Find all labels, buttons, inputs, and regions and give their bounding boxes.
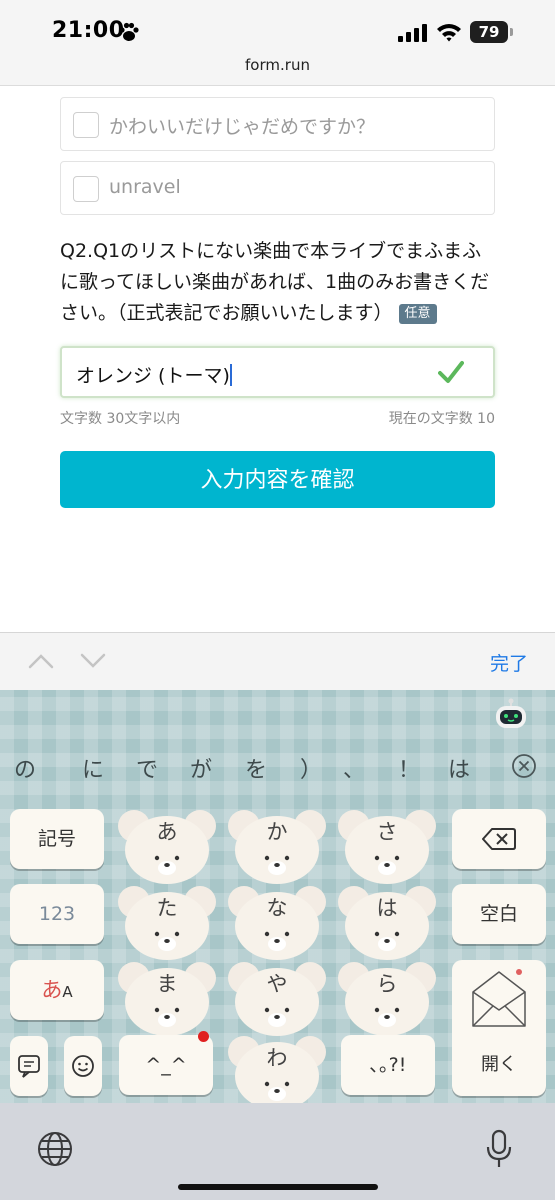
- input-mode-key[interactable]: あA: [10, 960, 104, 1020]
- cellular-signal-icon: [398, 24, 427, 42]
- candidate-word[interactable]: の: [14, 752, 36, 784]
- kana-key-ta[interactable]: た: [117, 882, 217, 964]
- globe-icon[interactable]: [37, 1131, 73, 1167]
- question-text: Q2.Q1のリストにない楽曲で本ライブでまふまふに歌ってほしい楽曲があれば、1曲…: [60, 236, 500, 329]
- kana-key-wa[interactable]: わ: [227, 1032, 327, 1103]
- kana-key-ha[interactable]: は: [337, 882, 437, 964]
- choice-label: unravel: [109, 176, 181, 198]
- candidate-word[interactable]: に: [82, 752, 104, 784]
- backspace-key[interactable]: [452, 809, 546, 869]
- kana-key-na[interactable]: な: [227, 882, 327, 964]
- memo-key[interactable]: [10, 1036, 48, 1096]
- candidate-word[interactable]: 、: [343, 752, 365, 784]
- kana-key-ra[interactable]: ら: [337, 958, 437, 1040]
- confirm-button[interactable]: 入力内容を確認: [60, 451, 495, 508]
- kaomoji-key[interactable]: ^_^: [119, 1031, 213, 1095]
- answer-input[interactable]: オレンジ (トーマ): [60, 346, 495, 398]
- status-time: 21:00: [52, 18, 125, 43]
- kana-key-ya[interactable]: や: [227, 958, 327, 1040]
- char-limit-hint: 文字数 30文字以内: [60, 411, 181, 427]
- envelope-icon: [472, 969, 526, 1027]
- candidate-word[interactable]: ）: [300, 752, 322, 784]
- candidate-word[interactable]: を: [245, 752, 267, 784]
- checkmark-icon: [438, 361, 464, 383]
- candidate-word[interactable]: が: [190, 752, 212, 784]
- kana-key-sa[interactable]: さ: [337, 806, 437, 888]
- kana-key-ma[interactable]: ま: [117, 958, 217, 1040]
- choice-option-2[interactable]: unravel: [60, 161, 495, 215]
- keyboard-accessory-bar: 完了: [0, 632, 555, 690]
- chevron-up-icon[interactable]: [28, 653, 54, 669]
- choice-label: かわいいだけじゃだめですか？: [109, 116, 376, 138]
- checkbox[interactable]: [73, 176, 99, 202]
- candidate-word[interactable]: で: [136, 752, 158, 784]
- memo-icon: [18, 1055, 40, 1078]
- backspace-icon: [482, 828, 516, 850]
- candidate-word[interactable]: は: [448, 752, 470, 784]
- emoji-key[interactable]: [64, 1036, 102, 1096]
- microphone-icon[interactable]: [486, 1129, 512, 1169]
- answer-value[interactable]: オレンジ (トーマ): [76, 361, 232, 388]
- enter-key[interactable]: 開く: [452, 960, 546, 1096]
- status-and-url-bar: 21:00 79 form.run: [0, 0, 555, 86]
- japanese-keyboard: の に で が を ） 、 ！ は 記号 123 あA あ か さ た な は …: [0, 690, 555, 1103]
- keyboard-system-bar: [0, 1103, 555, 1200]
- candidate-word[interactable]: ！: [398, 752, 420, 784]
- text-caret: [229, 364, 232, 386]
- checkbox[interactable]: [73, 112, 99, 138]
- chevron-down-icon[interactable]: [80, 653, 106, 669]
- numbers-key[interactable]: 123: [10, 884, 104, 944]
- battery-level: 79: [470, 21, 508, 43]
- space-key[interactable]: 空白: [452, 884, 546, 944]
- kana-key-ka[interactable]: か: [227, 806, 327, 888]
- emoji-icon: [72, 1055, 94, 1077]
- wifi-icon: [437, 24, 461, 42]
- clear-candidates-icon[interactable]: [511, 753, 537, 779]
- char-count-hint: 現在の文字数 10: [388, 411, 495, 427]
- battery-icon: 79: [470, 21, 514, 43]
- symbols-key[interactable]: 記号: [10, 809, 104, 869]
- choice-option-1[interactable]: かわいいだけじゃだめですか？: [60, 97, 495, 151]
- punctuation-key[interactable]: ､｡?!: [341, 1035, 435, 1095]
- paw-icon: [119, 22, 139, 41]
- home-indicator[interactable]: [178, 1184, 378, 1190]
- done-button[interactable]: 完了: [490, 649, 528, 676]
- kana-key-a[interactable]: あ: [117, 806, 217, 888]
- candidate-bar: の に で が を ） 、 ！ は: [0, 738, 555, 800]
- notification-dot: [198, 1031, 209, 1042]
- robot-icon[interactable]: [494, 698, 528, 730]
- url-bar[interactable]: form.run: [0, 56, 555, 74]
- optional-badge: 任意: [398, 304, 437, 324]
